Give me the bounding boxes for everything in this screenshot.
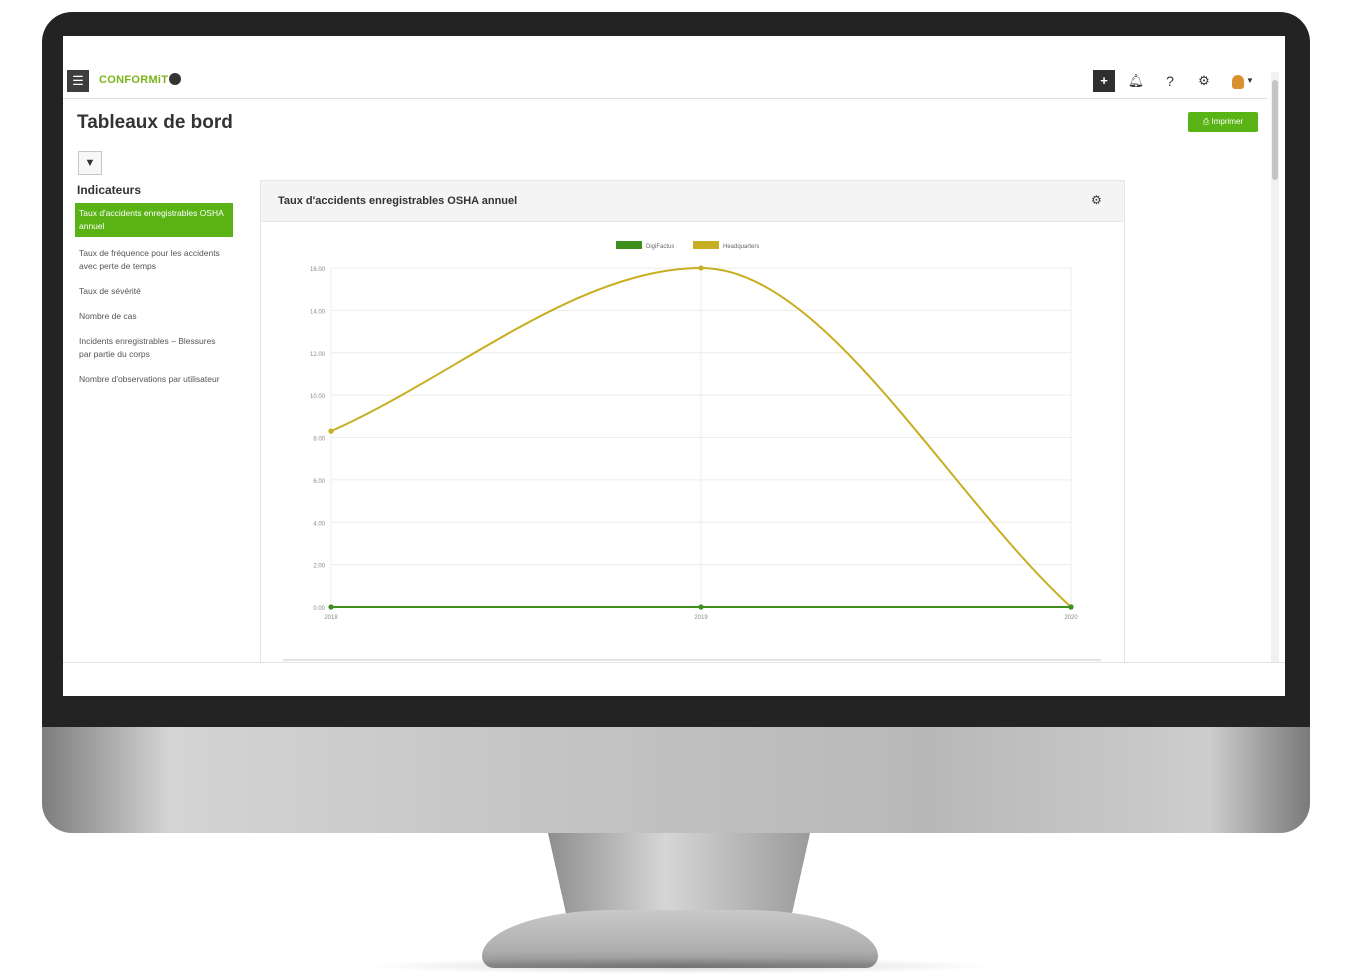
screen: ☰ CONFORMiT + 🔔︎ ? ⚙ ▼ Tableaux de bord … [63, 36, 1285, 696]
y-tick-label: 4.00 [313, 521, 325, 527]
indicator-item-severity-rate[interactable]: Taux de sévérité [75, 283, 233, 300]
legend-swatch [616, 241, 642, 249]
legend-label: Headquarters [723, 244, 759, 250]
chevron-down-icon: ▼ [1246, 76, 1254, 85]
monitor-chin [42, 727, 1310, 833]
y-tick-label: 16.00 [310, 267, 326, 273]
app-window: ☰ CONFORMiT + 🔔︎ ? ⚙ ▼ Tableaux de bord … [63, 36, 1285, 663]
indicator-item-case-count[interactable]: Nombre de cas [75, 308, 233, 325]
series-point [328, 428, 334, 434]
indicator-item-frequency-rate[interactable]: Taux de fréquence pour les accidents ave… [75, 245, 233, 275]
line-chart: 0.00 2.00 4.00 6.00 8.00 10.00 12.00 14.00 16.00… [310, 241, 1078, 621]
chart-panel: Taux d'accidents enregistrables OSHA ann… [260, 180, 1125, 663]
chart-panel-title: Taux d'accidents enregistrables OSHA ann… [278, 195, 518, 207]
user-menu[interactable]: ▼ [1229, 70, 1257, 92]
gear-icon: ⚙ [1091, 193, 1102, 207]
scrollbar-thumb[interactable] [1272, 80, 1278, 180]
y-tick-label: 14.00 [310, 309, 326, 315]
y-tick-label: 2.00 [313, 564, 325, 570]
settings-button[interactable]: ⚙ [1193, 70, 1215, 92]
print-button[interactable]: ⎙ Imprimer [1188, 112, 1258, 132]
series-point [328, 604, 334, 610]
indicators-list: Taux d'accidents enregistrables OSHA ann… [75, 203, 233, 396]
notifications-button[interactable]: 🔔︎ [1125, 70, 1147, 92]
logo[interactable]: CONFORMiT [99, 73, 182, 86]
y-tick-label: 0.00 [313, 606, 325, 612]
monitor-stand-shadow [360, 958, 1000, 974]
indicator-item-osha-annual[interactable]: Taux d'accidents enregistrables OSHA ann… [75, 203, 233, 237]
chart-panel-header: Taux d'accidents enregistrables OSHA ann… [261, 181, 1124, 222]
top-bar: ☰ CONFORMiT + 🔔︎ ? ⚙ ▼ [63, 64, 1267, 99]
gear-icon: ⚙ [1198, 73, 1210, 88]
printer-icon: ⎙ [1202, 117, 1210, 126]
print-button-label: Imprimer [1211, 117, 1244, 126]
legend-label: DigiFactus [646, 244, 674, 250]
indicator-item-injuries-by-body-part[interactable]: Incidents enregistrables – Blessures par… [75, 333, 233, 363]
series-point [698, 265, 704, 271]
y-tick-label: 8.00 [313, 437, 325, 443]
add-button[interactable]: + [1093, 70, 1115, 92]
x-tick-label: 2020 [1064, 615, 1078, 621]
page-title: Tableaux de bord [77, 112, 233, 133]
menu-icon[interactable]: ☰ [67, 70, 89, 92]
logo-text: CONFORMiT [99, 74, 169, 86]
plus-icon: + [1100, 73, 1108, 88]
filter-icon: ▼ [84, 157, 96, 169]
screen-bottom-area [63, 662, 1285, 696]
user-avatar-icon [1232, 74, 1245, 89]
y-tick-label: 6.00 [313, 479, 325, 485]
series-point [1068, 604, 1074, 610]
indicators-title: Indicateurs [77, 183, 142, 197]
help-icon: ? [1166, 73, 1174, 89]
help-button[interactable]: ? [1159, 70, 1181, 92]
chart-settings-button[interactable]: ⚙ [1091, 193, 1102, 207]
indicator-item-observations-per-user[interactable]: Nombre d'observations par utilisateur [75, 371, 233, 388]
panel-divider [283, 659, 1101, 661]
filter-button[interactable]: ▼ [78, 151, 102, 175]
legend-swatch [693, 241, 719, 249]
y-tick-label: 10.00 [310, 394, 326, 400]
series-point [698, 604, 704, 610]
y-tick-label: 12.00 [310, 352, 326, 358]
x-tick-label: 2019 [694, 615, 708, 621]
bell-icon: 🔔︎ [1127, 73, 1145, 88]
logo-mark-icon [169, 73, 182, 85]
monitor-stand-neck [548, 833, 810, 915]
x-tick-label: 2018 [324, 615, 338, 621]
